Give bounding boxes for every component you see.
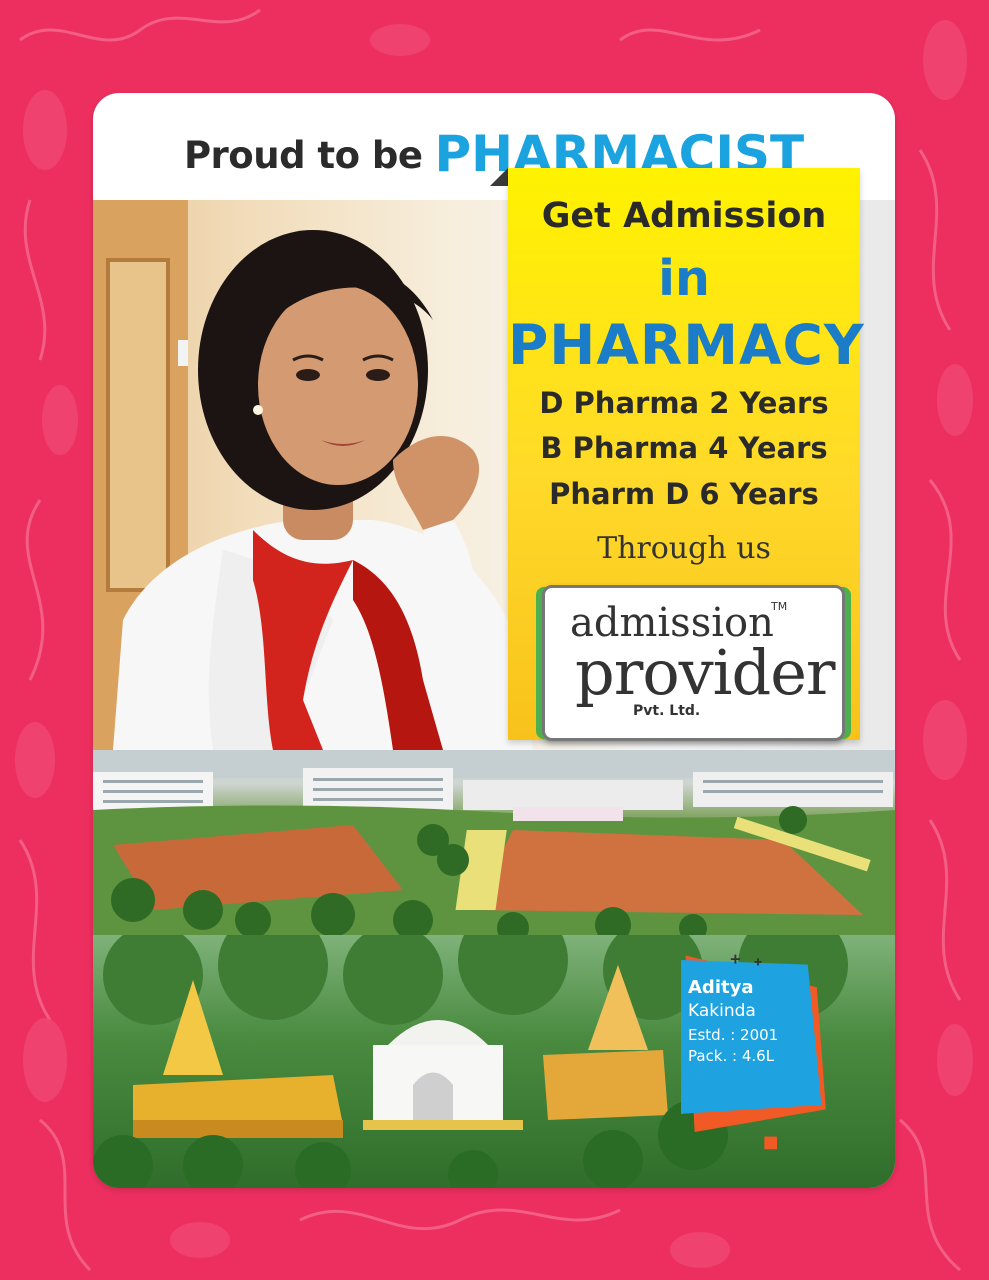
admission-provider-logo: admission TM provider Pvt. Ltd. — [542, 585, 845, 741]
college-name: Aditya — [688, 977, 754, 998]
college-package: Pack. : 4.6L — [688, 1047, 775, 1065]
banner-line-1: Get Admission — [541, 196, 827, 236]
logo-trademark: TM — [771, 600, 788, 613]
banner-line-2: in — [658, 250, 710, 307]
course-pharm-d: Pharm D 6 Years — [549, 477, 819, 511]
banner-line-3: PHARMACY — [508, 313, 865, 377]
course-b-pharma: B Pharma 4 Years — [540, 431, 828, 465]
logo-suffix: Pvt. Ltd. — [633, 703, 701, 719]
college-established: Estd. : 2001 — [688, 1026, 779, 1044]
college-info-tag: Aditya Kakinda Estd. : 2001 Pack. : 4.6L — [673, 951, 843, 1183]
logo-word-provider: provider — [575, 636, 836, 709]
college-location: Kakinda — [688, 1001, 756, 1021]
campus-photo — [93, 750, 895, 935]
through-us-text: Through us — [597, 531, 771, 566]
advert-card: Proud to be PHARMACIST Get Admission in … — [93, 93, 895, 1188]
headline-lead: Proud to be — [183, 134, 423, 177]
banner-fold — [490, 168, 508, 186]
course-d-pharma: D Pharma 2 Years — [539, 386, 829, 420]
